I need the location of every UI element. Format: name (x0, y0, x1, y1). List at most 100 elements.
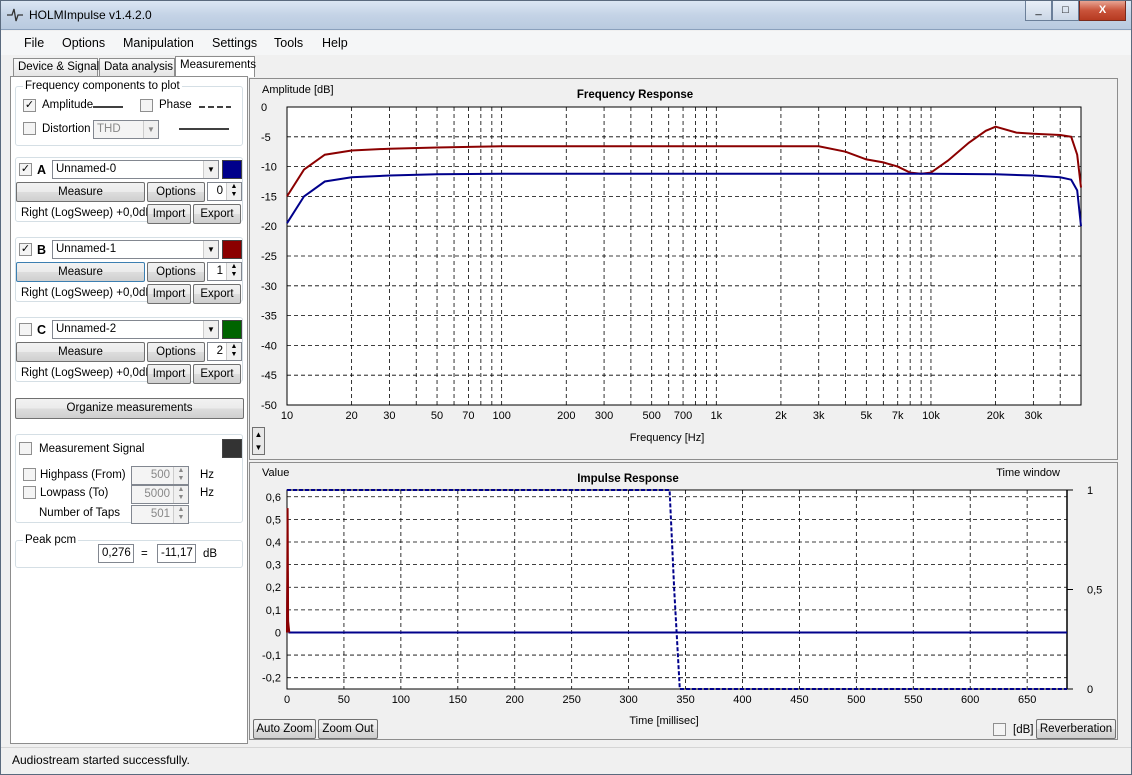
measurement-c-options-button[interactable]: Options (147, 342, 205, 362)
tab-measurements[interactable]: Measurements (175, 56, 256, 77)
spin-arrows-icon[interactable]: ▲ ▼ (173, 486, 188, 503)
phase-label: Phase (159, 99, 192, 111)
zoom-out-button[interactable]: Zoom Out (318, 719, 378, 739)
measurement-a-index-stepper[interactable]: 0 ▲ ▼ (207, 182, 242, 201)
db-label: [dB] (1013, 724, 1034, 736)
measurement-c-checkbox[interactable] (19, 323, 32, 336)
menu-file[interactable]: File (24, 36, 44, 50)
measurement-b-name: Unnamed-1 (56, 243, 117, 255)
imp-x-tick-label: 650 (1018, 694, 1036, 706)
close-button[interactable]: X (1079, 1, 1126, 21)
imp-x-tick-label: 50 (338, 694, 350, 706)
measurement-a-checkbox[interactable]: ✓ (19, 163, 32, 176)
highpass-checkbox[interactable] (23, 468, 36, 481)
measurement-b-measure-button[interactable]: Measure (16, 262, 145, 282)
freq-x-tick-label: 50 (431, 410, 443, 422)
frequency-response-chart[interactable]: 0 -5 -10 -15 -20 -25 -30 -35 -40 -45 -50 10 20 30 50 7… (250, 79, 1117, 459)
measurement-a-options-button[interactable]: Options (147, 182, 205, 202)
measurement-c-measure-button[interactable]: Measure (16, 342, 145, 362)
freq-x-tick-label: 700 (674, 410, 692, 422)
menu-options[interactable]: Options (62, 36, 105, 50)
measurement-c-export-button[interactable]: Export (193, 364, 241, 384)
imp-x-tick-label: 450 (790, 694, 808, 706)
freq-x-tick-label: 200 (557, 410, 575, 422)
measurement-c-letter: C (37, 323, 47, 337)
freq-y-tick-label: -45 (261, 370, 277, 382)
maximize-button[interactable]: □ (1052, 1, 1079, 21)
measurement-b-import-button[interactable]: Import (147, 284, 191, 304)
measurement-a-export-button[interactable]: Export (193, 204, 241, 224)
title-bar[interactable]: HOLMImpulse v1.4.2.0 _ □ X (1, 1, 1131, 30)
measurement-c-color-swatch[interactable] (222, 320, 242, 339)
freq-y-tick-label: -40 (261, 340, 277, 352)
chevron-down-icon: ▼ (203, 161, 218, 178)
measurement-a-measure-button[interactable]: Measure (16, 182, 145, 202)
measurement-signal-checkbox[interactable] (19, 442, 32, 455)
measurement-b-index-stepper[interactable]: 1 ▲ ▼ (207, 262, 242, 281)
auto-zoom-button[interactable]: Auto Zoom (253, 719, 316, 739)
number-of-taps-label: Number of Taps (39, 507, 120, 519)
impulse-response-chart[interactable]: 0,6 0,5 0,4 0,3 0,2 0,1 0 -0,1 -0,2 1 0,5 0 0 50 100… (250, 463, 1117, 739)
minimize-button[interactable]: _ (1025, 1, 1052, 21)
imp-x-tick-label: 150 (449, 694, 467, 706)
number-of-taps-stepper[interactable]: 501 ▲ ▼ (131, 505, 189, 524)
imp-x-tick-label: 250 (562, 694, 580, 706)
amplitude-checkbox[interactable]: ✓ (23, 99, 36, 112)
measurement-b-name-select[interactable]: Unnamed-1 ▼ (52, 240, 219, 259)
db-checkbox[interactable] (993, 723, 1006, 736)
measurement-signal-color-swatch[interactable] (222, 439, 242, 458)
distortion-select[interactable]: THD ▼ (93, 120, 159, 139)
phase-checkbox[interactable] (140, 99, 153, 112)
measurement-c-index-stepper[interactable]: 2 ▲ ▼ (207, 342, 242, 361)
tab-data-analysis[interactable]: Data analysis (99, 58, 175, 77)
spin-arrows-icon[interactable]: ▲ ▼ (226, 263, 241, 280)
measurement-a-color-swatch[interactable] (222, 160, 242, 179)
frequency-response-panel: 0 -5 -10 -15 -20 -25 -30 -35 -40 -45 -50 10 20 30 50 7… (249, 78, 1118, 460)
menu-help[interactable]: Help (322, 36, 348, 50)
spin-arrows-icon[interactable]: ▲ ▼ (226, 183, 241, 200)
freq-ylabel: Amplitude [dB] (262, 84, 334, 96)
lowpass-checkbox[interactable] (23, 486, 36, 499)
measurement-b-options-button[interactable]: Options (147, 262, 205, 282)
imp-y-tick-label: 0,5 (266, 514, 281, 526)
highpass-stepper[interactable]: 500 ▲ ▼ (131, 466, 189, 485)
peak-db-unit: dB (203, 548, 218, 560)
freq-x-tick-label: 300 (595, 410, 613, 422)
menu-manipulation[interactable]: Manipulation (123, 36, 194, 50)
spin-arrows-icon[interactable]: ▲ ▼ (173, 467, 188, 484)
measurement-b-info: Right (LogSweep) +0,0dB (21, 287, 154, 299)
freq-y-tick-label: -5 (261, 132, 271, 144)
app-window: HOLMImpulse v1.4.2.0 _ □ X File Options … (0, 0, 1132, 775)
distortion-label: Distortion (42, 123, 91, 135)
measurement-a-import-button[interactable]: Import (147, 204, 191, 224)
measurement-c-name-select[interactable]: Unnamed-2 ▼ (52, 320, 219, 339)
peak-pcm-title: Peak pcm (23, 534, 79, 546)
imp-right-tick-label: 1 (1087, 485, 1093, 497)
measurement-b-export-button[interactable]: Export (193, 284, 241, 304)
imp-y-tick-label: 0,2 (266, 582, 281, 594)
measurement-c-name: Unnamed-2 (56, 323, 117, 335)
lowpass-stepper[interactable]: 5000 ▲ ▼ (131, 485, 189, 504)
imp-right-tick-label: 0 (1087, 684, 1093, 696)
measurement-c-import-button[interactable]: Import (147, 364, 191, 384)
freq-x-tick-label: 7k (892, 410, 904, 422)
menu-settings[interactable]: Settings (212, 36, 257, 50)
scroll-updown-icon[interactable]: ▲ ▼ (252, 427, 265, 455)
imp-y-tick-label: 0,4 (266, 537, 281, 549)
measurement-b-checkbox[interactable]: ✓ (19, 243, 32, 256)
spin-arrows-icon[interactable]: ▲ ▼ (173, 506, 188, 523)
reverberation-button[interactable]: Reverberation (1036, 719, 1116, 739)
menu-tools[interactable]: Tools (274, 36, 303, 50)
spin-arrows-icon[interactable]: ▲ ▼ (226, 343, 241, 360)
distortion-checkbox[interactable] (23, 122, 36, 135)
amplitude-line-icon (93, 106, 123, 108)
freq-x-tick-label: 20k (987, 410, 1005, 422)
freq-y-tick-label: -50 (261, 400, 277, 412)
tab-device-signal[interactable]: Device & Signal (13, 58, 99, 77)
measurement-a-name-select[interactable]: Unnamed-0 ▼ (52, 160, 219, 179)
highpass-label: Highpass (From) (40, 469, 126, 481)
measurement-b-color-swatch[interactable] (222, 240, 242, 259)
organize-measurements-button[interactable]: Organize measurements (15, 398, 244, 419)
imp-x-tick-label: 100 (392, 694, 410, 706)
measurement-b-letter: B (37, 243, 47, 257)
